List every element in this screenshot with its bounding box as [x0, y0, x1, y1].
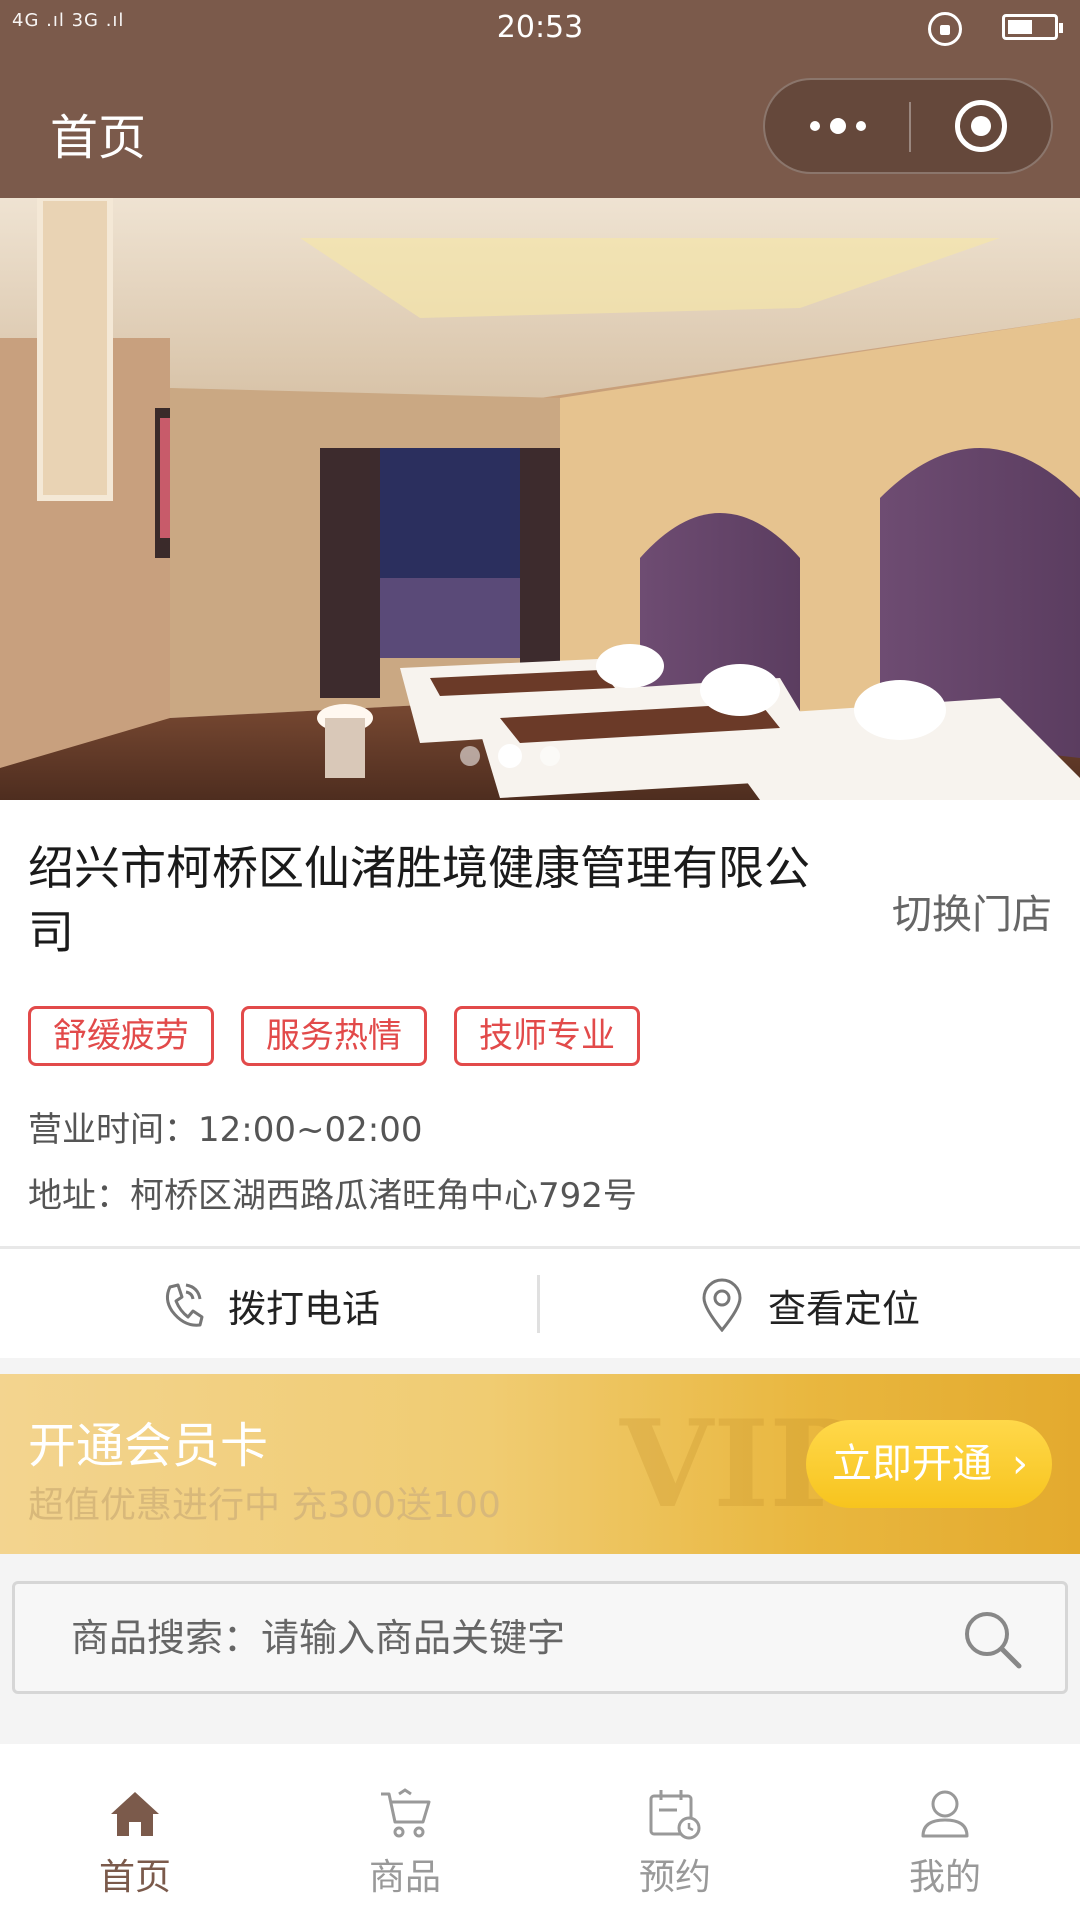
view-location-button[interactable]: 查看定位 — [540, 1249, 1080, 1361]
tab-label: 商品 — [368, 1857, 441, 1898]
carousel-indicator[interactable] — [0, 744, 1080, 768]
business-hours: 营业时间：12:00~02:00 — [28, 1110, 423, 1150]
carousel-dot-active[interactable] — [498, 744, 522, 768]
carousel-dot[interactable] — [460, 746, 480, 766]
store-tag: 服务热情 — [241, 1006, 427, 1066]
open-membership-button[interactable]: 立即开通 › — [806, 1420, 1052, 1508]
location-pin-icon — [702, 1278, 742, 1332]
tab-home[interactable]: 首页 — [0, 1768, 270, 1920]
page-title: 首页 — [50, 110, 147, 166]
home-icon — [111, 1792, 159, 1836]
store-tag: 技师专业 — [454, 1006, 640, 1066]
capsule-divider — [909, 102, 911, 152]
store-address: 地址：柯桥区湖西路瓜渚旺角中心792号 — [28, 1176, 637, 1216]
carousel-dot[interactable] — [540, 746, 560, 766]
vip-title: 开通会员卡 — [28, 1418, 269, 1474]
location-label: 查看定位 — [767, 1286, 920, 1331]
calendar-icon — [649, 1790, 701, 1840]
contact-actions: 拨打电话 查看定位 — [0, 1246, 1080, 1358]
store-tag: 舒缓疲劳 — [28, 1006, 214, 1066]
open-membership-label: 立即开通 — [832, 1441, 992, 1487]
cart-icon — [381, 1788, 431, 1838]
phone-icon — [165, 1283, 204, 1327]
vip-card-banner[interactable]: VIP 开通会员卡 超值优惠进行中 充300送100 立即开通 › — [0, 1374, 1080, 1554]
status-bar: 4G .ıl 3G .ıl 20:53 — [0, 0, 1080, 56]
status-time: 20:53 — [496, 10, 584, 45]
tab-mine[interactable]: 我的 — [810, 1768, 1080, 1920]
rotation-lock-icon — [928, 12, 962, 46]
spa-room-image — [0, 198, 1080, 800]
search-icon[interactable] — [961, 1608, 1025, 1672]
call-button[interactable]: 拨打电话 — [0, 1249, 540, 1361]
call-label: 拨打电话 — [227, 1286, 380, 1331]
tab-label: 首页 — [98, 1857, 171, 1898]
tab-label: 预约 — [638, 1857, 711, 1898]
store-info-card: 绍兴市柯桥区仙渚胜境健康管理有限公司 切换门店 舒缓疲劳 服务热情 技师专业 营… — [0, 800, 1080, 1246]
tab-products[interactable]: 商品 — [270, 1768, 540, 1920]
top-bar: 4G .ıl 3G .ıl 20:53 首页 — [0, 0, 1080, 198]
chevron-right-icon: › — [1012, 1441, 1028, 1487]
vip-subtitle: 超值优惠进行中 充300送100 — [28, 1485, 501, 1526]
tab-label: 我的 — [908, 1857, 981, 1898]
product-search-box[interactable] — [12, 1581, 1068, 1694]
miniprogram-capsule — [763, 78, 1053, 174]
battery-icon — [1002, 14, 1063, 40]
tab-booking[interactable]: 预约 — [540, 1768, 810, 1920]
store-name: 绍兴市柯桥区仙渚胜境健康管理有限公司 — [28, 841, 810, 959]
more-menu-button[interactable] — [765, 80, 910, 172]
store-tags: 舒缓疲劳 服务热情 技师专业 — [28, 1006, 640, 1066]
more-dots-icon — [809, 121, 820, 131]
user-icon — [921, 1790, 969, 1838]
hero-banner[interactable] — [0, 198, 1080, 800]
close-miniprogram-button[interactable] — [955, 100, 1007, 152]
search-input[interactable] — [71, 1612, 931, 1664]
switch-store-button[interactable]: 切换门店 — [892, 882, 1052, 940]
